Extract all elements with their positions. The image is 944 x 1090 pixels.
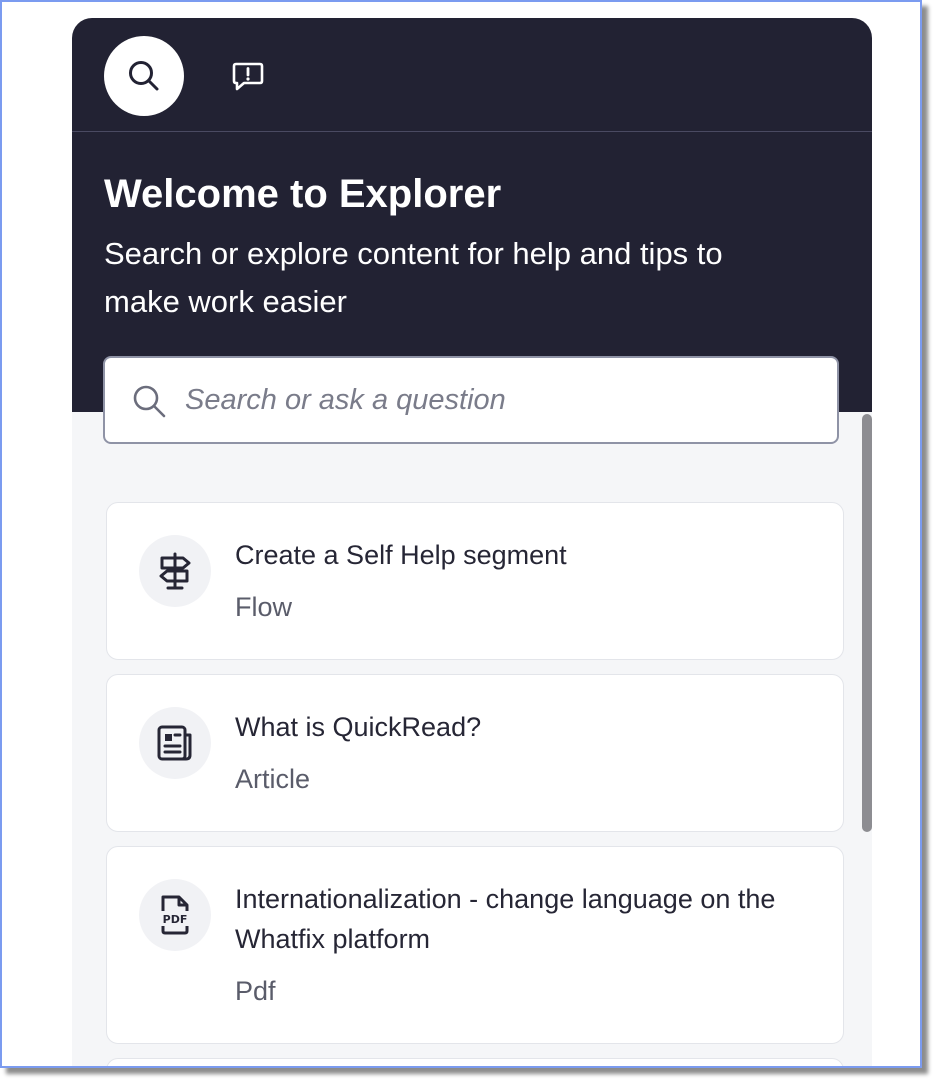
- scrollbar-thumb[interactable]: [862, 414, 872, 832]
- results-list: Create a Self Help segment Flow What is …: [106, 502, 844, 1066]
- result-title: Internationalization - change language o…: [235, 884, 776, 954]
- nav-tab-search[interactable]: [104, 36, 184, 116]
- result-type: Flow: [235, 592, 293, 622]
- search-icon: [133, 385, 166, 418]
- search-input[interactable]: [185, 358, 815, 442]
- explorer-header: Welcome to Explorer Search or explore co…: [72, 18, 872, 412]
- result-card-text: What is QuickRead? Article: [235, 707, 795, 799]
- result-card[interactable]: [106, 1058, 844, 1066]
- nav-tab-feedback[interactable]: [224, 56, 272, 98]
- result-title: What is QuickRead?: [235, 712, 482, 742]
- screenshot-frame: Welcome to Explorer Search or explore co…: [0, 0, 922, 1068]
- result-type: Article: [235, 764, 311, 794]
- top-nav: [72, 18, 872, 132]
- search-box: [103, 356, 839, 444]
- result-card[interactable]: Create a Self Help segment Flow: [106, 502, 844, 660]
- result-card-text: Internationalization - change language o…: [235, 879, 795, 1011]
- result-title: Create a Self Help segment: [235, 540, 567, 570]
- scrollbar[interactable]: [862, 414, 872, 1066]
- result-card[interactable]: What is QuickRead? Article: [106, 674, 844, 832]
- feedback-icon: [232, 62, 264, 91]
- result-type: Pdf: [235, 976, 276, 1006]
- result-card-text: Create a Self Help segment Flow: [235, 535, 795, 627]
- article-icon: [139, 707, 211, 779]
- result-card[interactable]: PDF Internationalization - change langua…: [106, 846, 844, 1044]
- signpost-icon: [139, 535, 211, 607]
- svg-text:PDF: PDF: [163, 913, 188, 926]
- pdf-icon: PDF: [139, 879, 211, 951]
- page-title: Welcome to Explorer: [104, 172, 502, 216]
- explorer-widget: Welcome to Explorer Search or explore co…: [72, 18, 872, 1066]
- search-icon: [129, 61, 159, 91]
- page-subtitle: Search or explore content for help and t…: [104, 236, 723, 319]
